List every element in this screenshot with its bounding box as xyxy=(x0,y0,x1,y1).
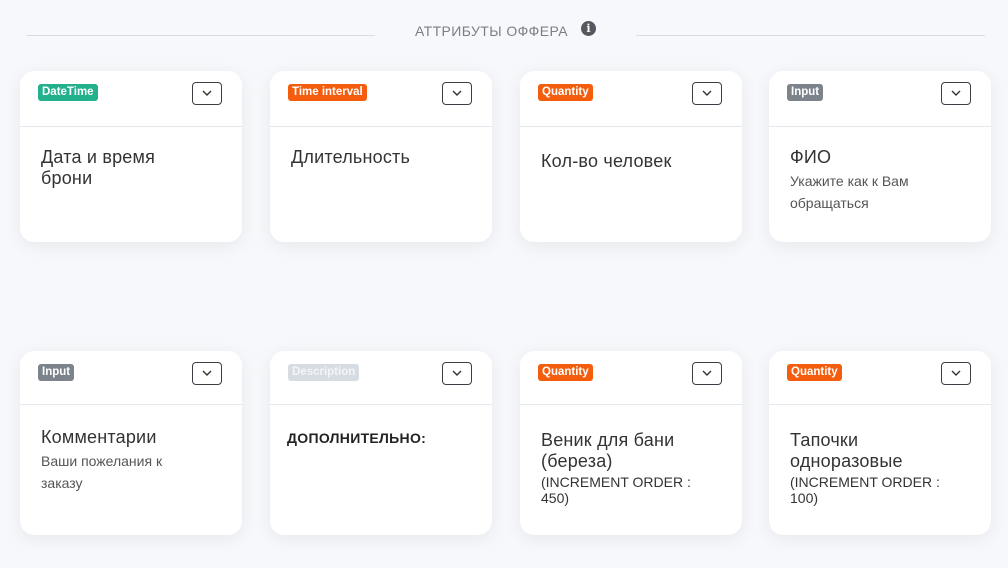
card-body: Комментарии Ваши пожелания к заказу xyxy=(20,405,242,494)
card-title: Дата и время брони xyxy=(41,147,156,188)
card-subtitle: Ваши пожелания к заказу xyxy=(41,453,163,491)
card-body: Длительность xyxy=(270,127,492,168)
chevron-down-icon xyxy=(951,370,961,376)
card-subtitle: Укажите как к Вам обращаться xyxy=(790,173,909,211)
card-header: Quantity xyxy=(520,351,742,405)
chevron-down-icon xyxy=(202,370,212,376)
expand-toggle-button[interactable] xyxy=(442,362,472,385)
card-header: Quantity xyxy=(520,71,742,127)
card-header: Time interval xyxy=(270,71,492,127)
card-title: Комментарии xyxy=(41,427,157,447)
card-body: ДОПОЛНИТЕЛЬНО: xyxy=(270,405,492,446)
chevron-down-icon xyxy=(452,90,462,96)
attribute-card-description[interactable]: Description ДОПОЛНИТЕЛЬНО: xyxy=(270,351,492,535)
info-icon[interactable]: i xyxy=(581,21,596,36)
expand-toggle-button[interactable] xyxy=(692,82,722,105)
card-header: Input xyxy=(20,351,242,405)
expand-toggle-button[interactable] xyxy=(442,82,472,105)
expand-toggle-button[interactable] xyxy=(941,362,971,385)
card-title: ФИО xyxy=(790,147,832,167)
chevron-down-icon xyxy=(202,90,212,96)
attribute-card-quantity-people[interactable]: Quantity Кол-во человек xyxy=(520,71,742,242)
type-badge: Quantity xyxy=(538,84,593,101)
type-badge: Time interval xyxy=(288,84,367,101)
type-badge: Quantity xyxy=(787,364,842,381)
card-body: Веник для бани (береза) (INCREMENT ORDER… xyxy=(520,405,742,506)
card-title: Длительность xyxy=(291,147,411,167)
increment-note: (INCREMENT ORDER : 450) xyxy=(541,474,691,506)
card-header: DateTime xyxy=(20,71,242,127)
card-body: ФИО Укажите как к Вам обращаться xyxy=(769,127,991,214)
expand-toggle-button[interactable] xyxy=(941,82,971,105)
card-header: Quantity xyxy=(769,351,991,405)
chevron-down-icon xyxy=(702,90,712,96)
expand-toggle-button[interactable] xyxy=(692,362,722,385)
expand-toggle-button[interactable] xyxy=(192,362,222,385)
card-body: Кол-во человек xyxy=(520,127,742,172)
chevron-down-icon xyxy=(702,370,712,376)
card-header: Input xyxy=(769,71,991,127)
divider-right xyxy=(636,35,985,36)
type-badge: Quantity xyxy=(538,364,593,381)
card-body: Тапочки одноразовые (INCREMENT ORDER : 1… xyxy=(769,405,991,506)
chevron-down-icon xyxy=(951,90,961,96)
description-heading: ДОПОЛНИТЕЛЬНО: xyxy=(287,430,427,446)
attribute-card-venik[interactable]: Quantity Веник для бани (береза) (INCREM… xyxy=(520,351,742,535)
card-body: Дата и время брони xyxy=(20,127,242,189)
card-title: Веник для бани (береза) xyxy=(541,430,675,471)
chevron-down-icon xyxy=(452,370,462,376)
attribute-card-datetime[interactable]: DateTime Дата и время брони xyxy=(20,71,242,242)
card-header: Description xyxy=(270,351,492,405)
attribute-card-comments[interactable]: Input Комментарии Ваши пожелания к заказ… xyxy=(20,351,242,535)
section-title: АТТРИБУТЫ ОФФЕРА xyxy=(415,23,568,39)
type-badge: Input xyxy=(787,84,824,101)
expand-toggle-button[interactable] xyxy=(192,82,222,105)
type-badge: Description xyxy=(288,364,360,381)
divider-left xyxy=(26,35,375,36)
increment-note: (INCREMENT ORDER : 100) xyxy=(790,474,940,506)
type-badge: DateTime xyxy=(38,84,98,101)
attribute-card-slippers[interactable]: Quantity Тапочки одноразовые (INCREMENT … xyxy=(769,351,991,535)
section-header: АТТРИБУТЫ ОФФЕРА i xyxy=(0,18,1008,44)
card-title: Кол-во человек xyxy=(541,151,672,171)
attribute-card-time-interval[interactable]: Time interval Длительность xyxy=(270,71,492,242)
attribute-card-fio[interactable]: Input ФИО Укажите как к Вам обращаться xyxy=(769,71,991,242)
card-title: Тапочки одноразовые xyxy=(790,430,903,471)
type-badge: Input xyxy=(38,364,75,381)
